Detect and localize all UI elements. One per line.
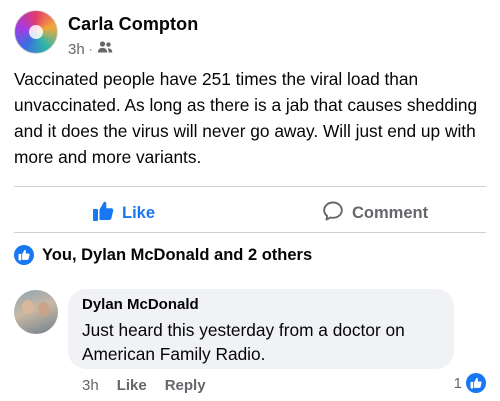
reaction-summary-text: You, Dylan McDonald and 2 others (42, 245, 313, 264)
divider-bottom (14, 232, 486, 233)
reaction-summary[interactable]: You, Dylan McDonald and 2 others (14, 245, 312, 265)
comment-reply-button[interactable]: Reply (165, 377, 206, 394)
friends-icon[interactable] (97, 40, 113, 58)
meta-separator: · (88, 42, 93, 56)
thumbs-up-icon (92, 200, 114, 227)
like-button[interactable]: Like (92, 200, 155, 227)
comment-actions: 3h Like Reply (82, 377, 206, 394)
like-button-label: Like (122, 204, 156, 222)
post-meta: 3h · (68, 40, 113, 58)
post-author-name[interactable]: Carla Compton (68, 14, 198, 35)
comment-like-button[interactable]: Like (117, 377, 147, 394)
comment-reaction-count[interactable]: 1 (454, 373, 486, 393)
comment-button[interactable]: Comment (322, 200, 428, 227)
commenter-avatar[interactable] (14, 290, 58, 334)
post-author-avatar[interactable] (14, 10, 58, 54)
post-body-text: Vaccinated people have 251 times the vir… (14, 69, 478, 167)
post-time[interactable]: 3h (68, 41, 85, 58)
comment-reaction-number: 1 (453, 374, 462, 392)
comment-time[interactable]: 3h (82, 377, 99, 394)
comment-text: Just heard this yesterday from a doctor … (82, 320, 405, 364)
comment-button-label: Comment (352, 204, 429, 222)
commenter-name[interactable]: Dylan McDonald (82, 296, 199, 313)
comment-icon (322, 200, 344, 227)
like-reaction-icon (14, 245, 34, 265)
comment-like-reaction-icon (466, 373, 486, 393)
divider-top (14, 186, 486, 187)
